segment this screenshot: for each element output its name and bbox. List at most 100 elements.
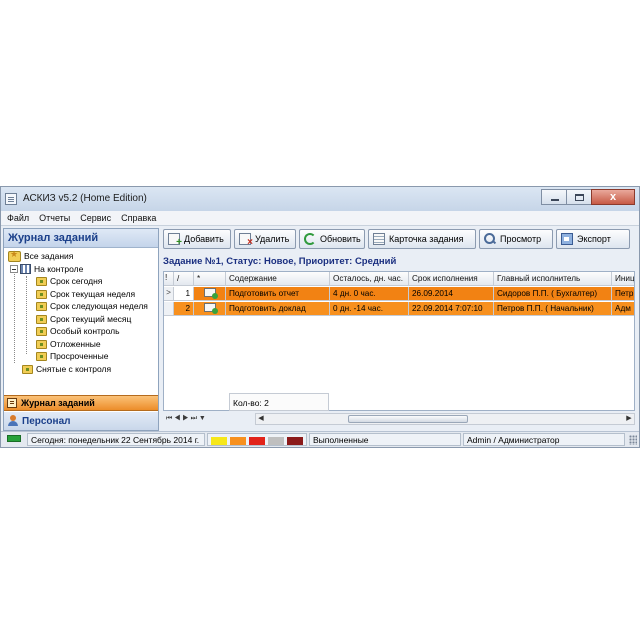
tree-line xyxy=(14,270,15,363)
menu-help[interactable]: Справка xyxy=(115,211,160,225)
tab-task-journal[interactable]: Журнал заданий xyxy=(4,395,158,411)
menu-bar: Файл Отчеты Сервис Справка xyxy=(1,211,639,226)
status-bar: Сегодня: понедельник 22 Сентябрь 2014 г.… xyxy=(1,431,639,447)
row-deadline: 22.09.2014 7:07:10 xyxy=(409,302,494,316)
folder-star-icon xyxy=(8,249,21,262)
tree-item-due-this-week[interactable]: Срок текущая неделя xyxy=(36,288,135,300)
tree-item-label: Отложенные xyxy=(50,339,101,349)
tree-item-on-control[interactable]: На контроле xyxy=(10,263,83,275)
magnifier-icon xyxy=(484,233,496,245)
delete-button-label: Удалить xyxy=(255,234,290,244)
record-count: Кол-во: 2 xyxy=(229,393,329,411)
record-navigator[interactable]: ⏮ ◀ ▶ ⏭ ▼ xyxy=(163,413,253,425)
app-window: АСКИЗ v5.2 (Home Edition) x Файл Отчеты … xyxy=(0,186,640,448)
add-button[interactable]: Добавить xyxy=(163,229,231,249)
tree-item-label: Снятые с контроля xyxy=(36,364,112,374)
personnel-icon xyxy=(7,415,19,427)
col-header-content[interactable]: Содержание xyxy=(226,272,330,286)
table-row[interactable]: 2 Подготовить доклад 0 дн. -14 час. 22.0… xyxy=(164,302,634,316)
calendar-grid-icon xyxy=(20,264,31,274)
scrollbar-thumb[interactable] xyxy=(348,415,468,423)
maximize-button[interactable] xyxy=(566,189,592,205)
tree-item-label: Срок следующая неделя xyxy=(50,301,148,311)
scroll-left-icon[interactable]: ◀ xyxy=(256,414,266,424)
scroll-right-icon[interactable]: ▶ xyxy=(624,414,634,424)
tree-item-due-next-week[interactable]: Срок следующая неделя xyxy=(36,300,148,312)
status-today: Сегодня: понедельник 22 Сентябрь 2014 г. xyxy=(27,433,205,446)
row-initiator: Петр xyxy=(612,287,634,301)
row-initiator: Адм xyxy=(612,302,634,316)
task-card-button[interactable]: Карточка задания xyxy=(368,229,476,249)
row-remaining: 4 дн. 0 час. xyxy=(330,287,409,301)
envelope-icon xyxy=(203,288,218,299)
col-header-initiator[interactable]: Иниц xyxy=(612,272,634,286)
envelope-icon xyxy=(203,303,218,314)
collapse-icon[interactable] xyxy=(10,265,18,273)
col-header-executor[interactable]: Главный исполнитель xyxy=(494,272,612,286)
window-controls: x xyxy=(541,189,635,205)
folder-icon xyxy=(36,339,47,349)
resize-grip-icon[interactable] xyxy=(629,435,637,445)
tab-personnel[interactable]: Персонал xyxy=(4,412,158,430)
legend-swatch xyxy=(249,437,265,445)
table-row[interactable]: > 1 Подготовить отчет 4 дн. 0 час. 26.09… xyxy=(164,287,634,301)
export-button-label: Экспорт xyxy=(577,234,611,244)
close-button[interactable]: x xyxy=(591,189,635,205)
folder-icon xyxy=(36,276,47,286)
tasks-grid: ! / * Содержание Осталось, дн. час. Срок… xyxy=(163,271,635,411)
menu-service[interactable]: Сервис xyxy=(74,211,115,225)
preview-button[interactable]: Просмотр xyxy=(479,229,553,249)
grid-header-row: ! / * Содержание Осталось, дн. час. Срок… xyxy=(164,272,634,286)
export-button[interactable]: Экспорт xyxy=(556,229,630,249)
tree-item-label: Срок текущий месяц xyxy=(50,314,132,324)
tree-item-label: Особый контроль xyxy=(50,326,120,336)
preview-button-label: Просмотр xyxy=(500,234,542,244)
row-icon-cell xyxy=(194,302,226,316)
legend-swatch xyxy=(268,437,284,445)
col-header-indicator[interactable]: ! xyxy=(164,272,174,286)
row-executor: Сидоров П.П. ( Бухгалтер) xyxy=(494,287,612,301)
row-content: Подготовить отчет xyxy=(226,287,330,301)
close-icon: x xyxy=(609,191,617,203)
horizontal-scrollbar[interactable]: ◀ ▶ xyxy=(255,413,635,425)
card-icon xyxy=(373,233,385,245)
row-executor: Петров П.П. ( Начальник) xyxy=(494,302,612,316)
title-bar[interactable]: АСКИЗ v5.2 (Home Edition) x xyxy=(1,187,639,211)
tree-item-removed-from-control[interactable]: Снятые с контроля xyxy=(22,363,111,375)
col-header-number[interactable]: / xyxy=(174,272,194,286)
toolbar: Добавить Удалить Обновить Карточка задан… xyxy=(163,229,637,251)
refresh-button[interactable]: Обновить xyxy=(299,229,365,249)
status-completed: Выполненные xyxy=(309,433,461,446)
minimize-button[interactable] xyxy=(541,189,567,205)
tree-item-postponed[interactable]: Отложенные xyxy=(36,338,101,350)
tree-item-label: Все задания xyxy=(24,251,74,261)
status-color-legend xyxy=(207,433,307,446)
left-panel-header: Журнал заданий xyxy=(4,229,158,248)
legend-swatch xyxy=(211,437,227,445)
tree-item-label: Срок текущая неделя xyxy=(50,289,136,299)
task-tree: Все задания На контроле Срок сегодня Сро… xyxy=(4,248,158,393)
menu-file[interactable]: Файл xyxy=(1,211,33,225)
legend-swatch xyxy=(287,437,303,445)
delete-button[interactable]: Удалить xyxy=(234,229,296,249)
maximize-icon xyxy=(575,194,584,201)
col-header-icon[interactable]: * xyxy=(194,272,226,286)
export-icon xyxy=(561,233,573,245)
folder-icon xyxy=(36,314,47,324)
status-led-icon xyxy=(7,435,21,442)
col-header-deadline[interactable]: Срок исполнения xyxy=(409,272,494,286)
col-header-remaining[interactable]: Осталось, дн. час. xyxy=(330,272,409,286)
tree-item-overdue[interactable]: Просроченные xyxy=(36,350,108,362)
tab-label: Журнал заданий xyxy=(21,398,95,408)
tree-item-special-control[interactable]: Особый контроль xyxy=(36,325,120,337)
tree-item-due-today[interactable]: Срок сегодня xyxy=(36,275,102,287)
tree-line xyxy=(26,276,27,354)
row-number: 2 xyxy=(174,302,194,316)
row-content: Подготовить доклад xyxy=(226,302,330,316)
tree-item-due-this-month[interactable]: Срок текущий месяц xyxy=(36,313,131,325)
menu-reports[interactable]: Отчеты xyxy=(33,211,74,225)
journal-icon xyxy=(7,398,17,408)
tree-item-all-tasks[interactable]: Все задания xyxy=(8,249,74,262)
folder-icon xyxy=(36,351,47,361)
left-panel: Журнал заданий Все задания На контроле С… xyxy=(3,228,159,431)
